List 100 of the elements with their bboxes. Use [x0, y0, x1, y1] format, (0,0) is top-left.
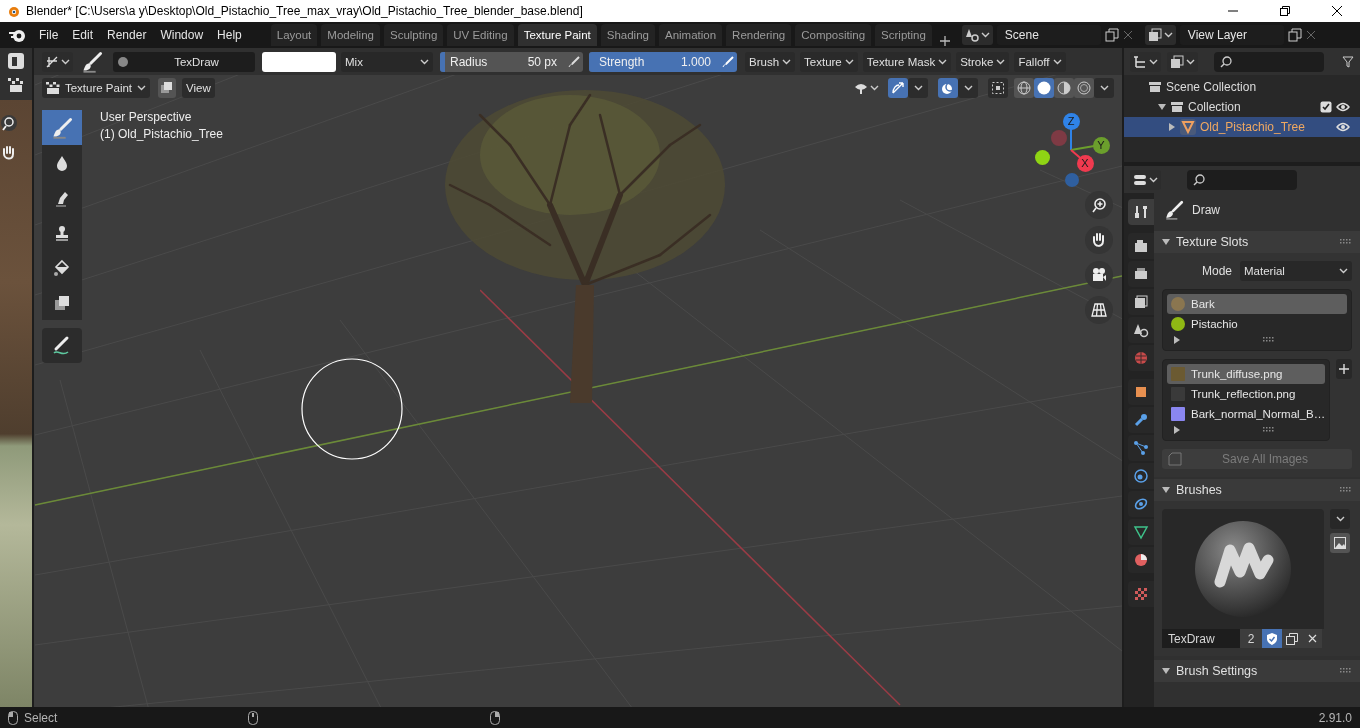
negative-axis-handle[interactable]: [1065, 173, 1079, 187]
properties-tab[interactable]: [1128, 261, 1154, 287]
properties-tab[interactable]: [1128, 407, 1154, 433]
negative-axis-handle[interactable]: [1051, 130, 1067, 146]
add-icon[interactable]: [939, 36, 950, 46]
pressure-button[interactable]: [719, 51, 737, 72]
close-icon[interactable]: [1305, 30, 1316, 40]
editor-type-button[interactable]: [42, 51, 73, 72]
overlay-toggle-button[interactable]: [938, 77, 958, 98]
workspace-tab[interactable]: Texture Paint: [517, 24, 597, 46]
duplicate-button[interactable]: [1282, 629, 1302, 648]
workspace-tab[interactable]: UV Editing: [447, 24, 514, 46]
shading-menu-button[interactable]: [1094, 77, 1114, 98]
properties-tab[interactable]: [1128, 463, 1154, 489]
menu-item[interactable]: Edit: [65, 28, 101, 42]
overlay-menu-button[interactable]: [958, 77, 978, 98]
collapse-triangle-icon[interactable]: [1162, 486, 1170, 494]
search-field[interactable]: [1187, 169, 1297, 190]
properties-tab[interactable]: [1128, 547, 1154, 573]
pressure-button[interactable]: [565, 51, 583, 72]
checked-checkbox-icon[interactable]: [1320, 101, 1332, 113]
shading-mode-button[interactable]: [1074, 77, 1094, 98]
workspace-tab[interactable]: Shading: [600, 24, 655, 46]
workspace-tab[interactable]: Layout: [270, 24, 318, 46]
workspace-tab[interactable]: Animation: [658, 24, 723, 46]
menu-item[interactable]: Window: [153, 28, 211, 42]
brush-name-field[interactable]: TexDraw: [1162, 629, 1240, 648]
outliner-row[interactable]: Old_Pistachio_Tree: [1124, 117, 1360, 137]
custom-icon-button[interactable]: [1330, 533, 1350, 553]
menu-item[interactable]: File: [32, 28, 66, 42]
negative-axis-handle[interactable]: [1034, 149, 1050, 165]
eye-icon[interactable]: [1336, 122, 1350, 132]
properties-tab[interactable]: [1128, 289, 1154, 315]
workspace-tab[interactable]: Scripting: [875, 24, 932, 46]
menu-item[interactable]: Render: [100, 28, 154, 42]
menu-item[interactable]: Help: [210, 28, 249, 42]
properties-tab[interactable]: [1128, 379, 1154, 405]
tool-button[interactable]: [42, 328, 82, 363]
editor-type-button[interactable]: [1130, 51, 1161, 72]
mode-dropdown[interactable]: Material: [1240, 261, 1352, 281]
editor-type-icon[interactable]: [7, 52, 25, 70]
brush-preview[interactable]: [1162, 509, 1324, 629]
copy-icon[interactable]: [1287, 28, 1302, 42]
material-list-item[interactable]: Pistachio: [1167, 314, 1347, 334]
panel-header[interactable]: Brushes: [1154, 479, 1360, 501]
search-field[interactable]: [1214, 51, 1324, 72]
eye-icon[interactable]: [1336, 102, 1350, 112]
properties-tab[interactable]: [1128, 519, 1154, 545]
add-slot-button[interactable]: [1336, 359, 1352, 379]
zoom-button[interactable]: [1085, 191, 1113, 219]
settings-menu[interactable]: Stroke: [956, 51, 1010, 72]
outliner-row[interactable]: Collection: [1124, 97, 1360, 117]
workspace-tab[interactable]: Compositing: [795, 24, 872, 46]
axis-handle[interactable]: Y: [1092, 136, 1110, 154]
xray-toggle-button[interactable]: [988, 77, 1008, 98]
workspace-tab[interactable]: Modeling: [321, 24, 380, 46]
properties-tab[interactable]: [1128, 199, 1154, 225]
collapse-triangle-icon[interactable]: [1162, 238, 1170, 246]
copy-icon[interactable]: [1104, 28, 1119, 42]
gizmo-menu-button[interactable]: [908, 77, 928, 98]
user-count[interactable]: 2: [1240, 629, 1262, 648]
panel-header[interactable]: Brush Settings: [1154, 660, 1360, 682]
filter-icon[interactable]: [1342, 55, 1354, 68]
material-list-item[interactable]: Bark: [1167, 294, 1347, 314]
settings-menu[interactable]: Brush: [745, 51, 796, 72]
zoom-icon[interactable]: [0, 114, 18, 132]
editor-type-button[interactable]: [1130, 169, 1161, 190]
view-menu[interactable]: View: [182, 77, 215, 98]
image-list-item[interactable]: Trunk_reflection.png: [1167, 384, 1326, 404]
perspective-toggle-button[interactable]: [1085, 296, 1113, 324]
panel-header[interactable]: Texture Slots: [1154, 231, 1360, 253]
shading-mode-button[interactable]: [1034, 77, 1054, 98]
close-icon[interactable]: [1122, 30, 1133, 40]
brush-menu-button[interactable]: [1330, 509, 1350, 529]
properties-tab[interactable]: [1128, 233, 1154, 259]
brush-selector[interactable]: TexDraw: [113, 51, 255, 72]
checker-icon[interactable]: [8, 78, 24, 92]
settings-menu[interactable]: Falloff: [1014, 51, 1066, 72]
radius-slider[interactable]: Radius 50 px: [440, 51, 565, 72]
collapse-triangle-icon[interactable]: [1162, 667, 1170, 675]
settings-menu[interactable]: Texture Mask: [862, 51, 952, 72]
fake-user-button[interactable]: [1262, 629, 1282, 648]
scene-selector-button[interactable]: [961, 25, 993, 45]
properties-tab[interactable]: [1128, 491, 1154, 517]
axis-handle[interactable]: Z: [1062, 112, 1080, 130]
strength-slider[interactable]: Strength 1.000: [589, 51, 719, 72]
collapse-triangle-icon[interactable]: [1158, 103, 1166, 111]
color-swatch[interactable]: [262, 51, 336, 72]
mode-dropdown[interactable]: Texture Paint: [42, 77, 150, 98]
pan-button[interactable]: [1085, 226, 1113, 254]
settings-menu[interactable]: Texture: [800, 51, 858, 72]
outliner-row[interactable]: Scene Collection: [1124, 77, 1360, 97]
axis-handle[interactable]: X: [1076, 154, 1094, 172]
camera-view-button[interactable]: [1085, 261, 1113, 289]
mask-toggle-button[interactable]: [158, 77, 176, 98]
gizmo-toggle-button[interactable]: [888, 77, 908, 98]
image-list-item[interactable]: Trunk_diffuse.png: [1167, 364, 1326, 384]
tool-button[interactable]: [42, 145, 82, 180]
tool-button[interactable]: [42, 285, 82, 320]
view-layer-name-field[interactable]: View Layer: [1179, 25, 1284, 45]
